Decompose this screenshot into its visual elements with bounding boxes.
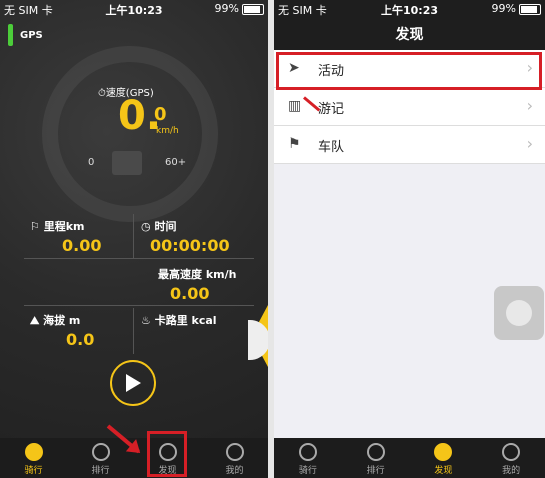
battery-icon bbox=[519, 3, 541, 15]
divider bbox=[24, 258, 254, 259]
altitude-label: ⛰ 海拔 m bbox=[30, 314, 81, 327]
status-bar: 无 SIM 卡 上午10:23 99% bbox=[274, 0, 545, 18]
speed-unit: km/h bbox=[156, 126, 179, 136]
tab-discover[interactable]: 发现 bbox=[410, 438, 478, 478]
start-ride-button[interactable] bbox=[110, 360, 156, 406]
profile-icon bbox=[225, 443, 244, 461]
gps-signal-bar bbox=[8, 24, 13, 46]
time-value: 00:00:00 bbox=[150, 236, 230, 255]
compass-icon bbox=[434, 443, 453, 461]
flag-icon: ⚑ bbox=[288, 136, 301, 152]
time-label: ◷ 时间 bbox=[141, 220, 177, 233]
bulb-icon[interactable] bbox=[112, 151, 142, 175]
trophy-icon bbox=[366, 443, 385, 461]
flame-icon: ♨ bbox=[141, 314, 151, 327]
bike-icon bbox=[24, 443, 43, 461]
page-title: 发现 bbox=[395, 27, 424, 43]
trophy-icon bbox=[91, 443, 110, 461]
battery-indicator: 99% bbox=[492, 2, 541, 15]
tab-ride[interactable]: 骑行 bbox=[0, 438, 67, 478]
battery-icon bbox=[242, 3, 264, 15]
tab-ride[interactable]: 骑行 bbox=[274, 438, 342, 478]
gps-label: GPS bbox=[20, 30, 43, 41]
distance-label: ⚐ 里程km bbox=[30, 220, 85, 233]
clock-icon: ◷ bbox=[141, 220, 151, 233]
max-speed-label: 最高速度 km/h bbox=[158, 268, 237, 281]
flag-icon: ⚐ bbox=[30, 220, 40, 233]
bike-icon bbox=[298, 443, 317, 461]
max-speed-value: 0.00 bbox=[170, 284, 210, 303]
assistive-touch-button[interactable] bbox=[494, 286, 544, 340]
gauge-max: 60+ bbox=[165, 157, 187, 168]
divider bbox=[24, 305, 254, 306]
divider bbox=[133, 308, 134, 354]
tab-ranking[interactable]: 排行 bbox=[67, 438, 134, 478]
mountain-icon: ⛰ bbox=[30, 314, 40, 327]
calorie-label: ♨ 卡路里 kcal bbox=[141, 314, 217, 327]
chevron-right-icon: › bbox=[526, 134, 533, 153]
highlight-box bbox=[276, 52, 542, 90]
status-bar: 无 SIM 卡 上午10:23 99% bbox=[0, 0, 268, 18]
left-screen: 无 SIM 卡 上午10:23 99% GPS ⏱速度(GPS) 0. 0 km… bbox=[0, 0, 268, 478]
profile-icon bbox=[502, 443, 521, 461]
battery-indicator: 99% bbox=[215, 2, 264, 15]
tab-ranking[interactable]: 排行 bbox=[342, 438, 410, 478]
bottom-tab-bar: 骑行 排行 发现 我的 bbox=[274, 438, 545, 478]
altitude-value: 0.0 bbox=[66, 330, 95, 349]
right-screen: 无 SIM 卡 上午10:23 99% 发现 ➤ 活动 › ▥ 游记 › ⚑ 车… bbox=[274, 0, 545, 478]
play-icon bbox=[126, 374, 141, 392]
divider bbox=[133, 214, 134, 258]
list-item-team[interactable]: ⚑ 车队 › bbox=[274, 126, 545, 164]
tab-profile[interactable]: 我的 bbox=[477, 438, 545, 478]
gauge-min: 0 bbox=[88, 157, 95, 168]
map-icon: ▥ bbox=[288, 98, 302, 114]
tab-profile[interactable]: 我的 bbox=[201, 438, 268, 478]
highlight-box bbox=[147, 431, 187, 477]
chevron-right-icon: › bbox=[526, 96, 533, 115]
speed-decimal: 0 bbox=[154, 104, 167, 125]
distance-value: 0.00 bbox=[62, 236, 102, 255]
